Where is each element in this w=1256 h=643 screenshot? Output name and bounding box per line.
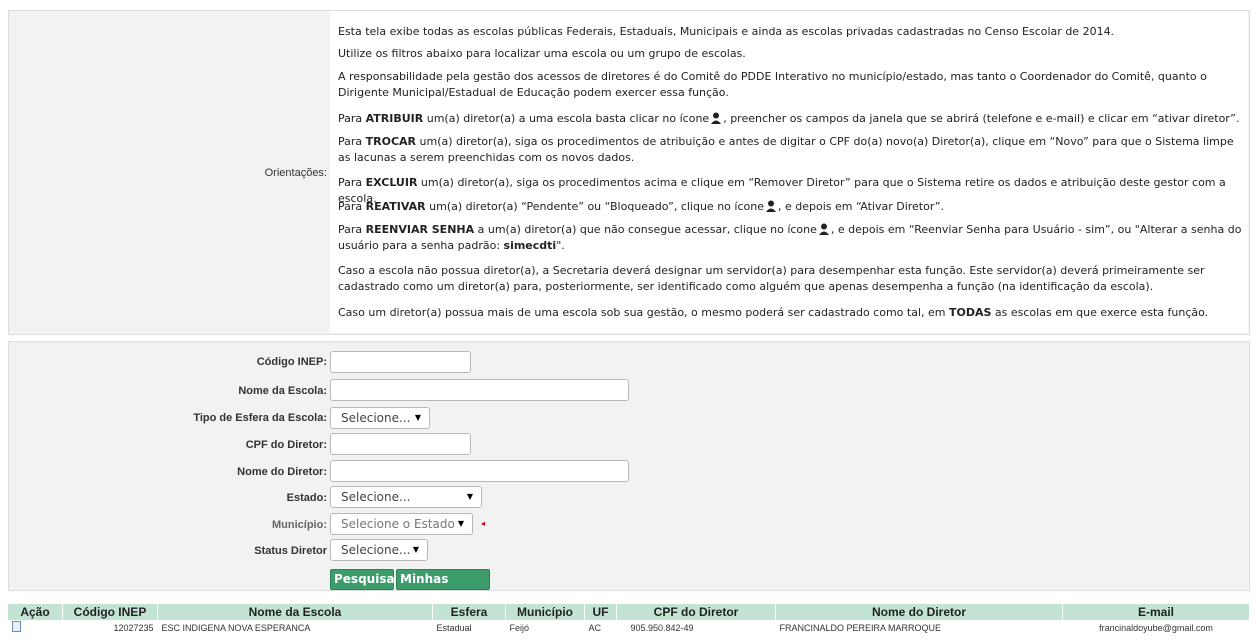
nome-diretor-input[interactable] (330, 460, 629, 482)
cell-uf: AC (588, 622, 602, 633)
orientacoes-text: Esta tela exibe todas as escolas pública… (330, 11, 1248, 333)
paragraph-responsabilidade: A responsabilidade pela gestão dos acess… (338, 70, 1207, 99)
nome-diretor-label: Nome do Diretor: (237, 466, 327, 478)
paragraph-censo: Esta tela exibe todas as escolas pública… (338, 25, 1115, 38)
col-uf[interactable]: UF (584, 604, 617, 620)
estado-select[interactable]: Selecione... ▼ (330, 486, 482, 508)
col-municipio[interactable]: Município (505, 604, 585, 620)
cell-nome-escola: ESC INDIGENA NOVA ESPERANCA (161, 622, 311, 633)
paragraph-varias-escolas: Caso um diretor(a) possua mais de uma es… (338, 306, 1209, 319)
chevron-down-icon: ▼ (414, 413, 421, 422)
col-acao[interactable]: Ação (8, 604, 63, 620)
results-table: Ação Código INEP Nome da Escola Esfera M… (8, 604, 1250, 635)
cell-cpf-diretor: 905.950.842-49 (630, 622, 694, 633)
paragraph-reenviar-senha: Para REENVIAR SENHA a um(a) diretor(a) q… (338, 223, 1242, 252)
chevron-down-icon: ▼ (457, 519, 464, 528)
col-esfera[interactable]: Esfera (432, 604, 506, 620)
nome-escola-label: Nome da Escola: (238, 385, 327, 397)
municipio-select[interactable]: Selecione o Estado ▼ (330, 513, 473, 535)
table-header-row: Ação Código INEP Nome da Escola Esfera M… (8, 604, 1250, 620)
nome-escola-input[interactable] (330, 379, 629, 401)
paragraph-sem-diretor: Caso a escola não possua diretor(a), a S… (338, 264, 1205, 293)
col-nome-escola[interactable]: Nome da Escola (157, 604, 433, 620)
cell-codigo-inep: 12027235 (113, 622, 154, 633)
cpf-diretor-label: CPF do Diretor: (245, 439, 327, 451)
cell-esfera: Estadual (436, 622, 472, 633)
row-action-cell (8, 620, 63, 635)
estado-label: Estado: (286, 492, 327, 504)
table-row: 12027235 ESC INDIGENA NOVA ESPERANCA Est… (8, 620, 1250, 635)
col-cpf-diretor[interactable]: CPF do Diretor (616, 604, 776, 620)
status-diretor-select[interactable]: Selecione... ▼ (330, 539, 428, 561)
paragraph-trocar: Para TROCAR um(a) diretor(a), siga os pr… (338, 135, 1234, 164)
codigo-inep-label: Código INEP: (256, 356, 327, 368)
chevron-down-icon: ▼ (412, 545, 419, 554)
document-icon[interactable] (12, 621, 21, 632)
director-icon (765, 200, 776, 212)
paragraph-filtros: Utilize os filtros abaixo para localizar… (338, 47, 746, 60)
tipo-esfera-label: Tipo de Esfera da Escola: (193, 412, 327, 424)
cell-nome-diretor: FRANCINALDO PEREIRA MARROQUE (779, 622, 942, 633)
municipio-label: Município: (272, 519, 327, 531)
col-nome-diretor[interactable]: Nome do Diretor (775, 604, 1063, 620)
paragraph-atribuir: Para ATRIBUIR um(a) diretor(a) a uma esc… (338, 112, 1240, 125)
director-icon (711, 112, 722, 124)
pesquisar-button[interactable]: Pesquisar (330, 569, 400, 590)
codigo-inep-input[interactable] (330, 351, 471, 373)
orientacoes-label: Orientações: (264, 167, 327, 179)
required-marker-icon: ◂ (481, 519, 486, 528)
chevron-down-icon: ▼ (466, 492, 473, 501)
col-codigo-inep[interactable]: Código INEP (62, 604, 158, 620)
cell-email: francinaldoyube@gmail.com (1099, 622, 1213, 633)
col-email[interactable]: E-mail (1062, 604, 1250, 620)
director-icon (818, 223, 829, 235)
minhas-escolas-button[interactable]: Minhas escolas (396, 569, 490, 605)
filter-form: Código INEP: Nome da Escola: Tipo de Esf… (8, 341, 1250, 605)
paragraph-reativar: Para REATIVAR um(a) diretor(a) “Pendente… (338, 200, 945, 213)
tipo-esfera-select[interactable]: Selecione... ▼ (330, 407, 430, 429)
cpf-diretor-input[interactable] (330, 433, 471, 455)
orientacoes-panel: Orientações: Esta tela exibe todas as es… (8, 10, 1250, 335)
status-diretor-label: Status Diretor (254, 545, 327, 557)
cell-municipio: Feijó (509, 622, 530, 633)
